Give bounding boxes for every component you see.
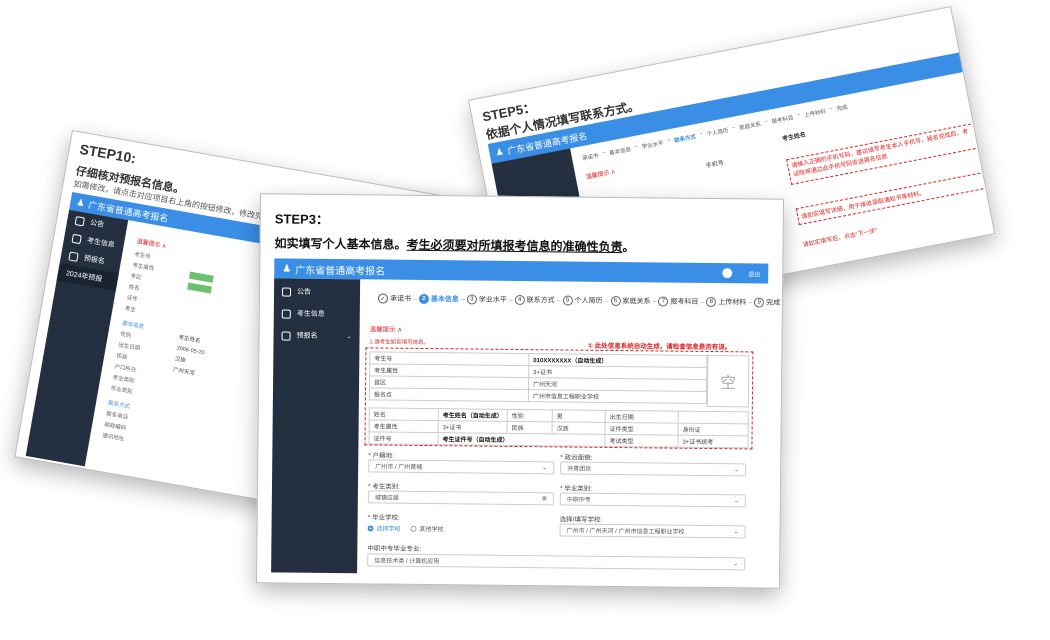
politics-label: * 政治面貌: (560, 454, 593, 462)
stepper-step-1: ✓ 承诺书 (377, 293, 411, 304)
stepper-step-2: 2 基本信息 (418, 293, 459, 305)
person-icon (281, 309, 291, 319)
radio-select-school[interactable]: 选择学校 (367, 523, 401, 533)
step10-heading: STEP10: (78, 140, 138, 167)
school-label: * 毕业学校: (367, 514, 400, 522)
step3-stepper: ✓ 承诺书 – 2 基本信息 – 3 学业水平 – 4 联系方式 – 5 个人简历 – 6 家庭关系 –… (377, 293, 780, 308)
category-label: * 考生类别: (367, 483, 401, 491)
grad-label: * 毕业类别: (559, 485, 593, 493)
notice-icon (74, 215, 86, 226)
app-logo-icon: ♟ (75, 196, 86, 208)
app-logo-icon: ♟ (494, 145, 505, 158)
step3-nav-notice[interactable]: 公告 (274, 282, 360, 301)
step3-subheading: 如实填写个人基本信息。考生必须要对所填报考信息的准确性负责。 (274, 236, 635, 255)
grad-select[interactable]: 中职中专 ⌄ (559, 492, 746, 508)
chevron-down-icon: ⌄ (542, 465, 548, 472)
user-avatar-icon[interactable] (722, 268, 733, 279)
register-icon (281, 331, 291, 341)
step3-heading: STEP3： (274, 211, 330, 227)
radio-other-school[interactable]: 其他学校 (410, 524, 444, 533)
person-icon (71, 233, 82, 244)
app-logo-icon: ♟ (282, 263, 292, 275)
stepper-step-8: 8 上传材料 (706, 296, 746, 308)
person-info-table: 姓名 考生姓名（自动生成） 性别 男 出生日期 考生属性 3+证书 民族 汉族 … (368, 407, 749, 448)
hukou-label: * 户籍地: (368, 452, 395, 460)
chevron-down-icon: ⌄ (734, 467, 740, 474)
notice-icon (281, 287, 292, 297)
politics-select[interactable]: 共青团员 ⌄ (560, 461, 747, 477)
step3-card: STEP3： 如实填写个人基本信息。考生必须要对所填报考信息的准确性负责。 ♟ … (255, 193, 785, 589)
step3-nav-prereg[interactable]: 预报名 ⌄ (273, 326, 359, 345)
pick-school-label: 选择/填写学校: (559, 516, 603, 524)
major-select[interactable]: 信息技术类 / 计算机应用 ⌄ (367, 553, 746, 571)
stepper-step-4: 4 联系方式 (514, 294, 555, 306)
register-icon (68, 250, 79, 262)
chevron-down-icon: ⌄ (733, 498, 739, 505)
stepper-step-3: 3 学业水平 (466, 294, 507, 305)
major-label: 中职中专毕业专业: (367, 545, 422, 553)
chevron-down-icon: ⌄ (733, 561, 739, 568)
clear-icon[interactable]: ⊗ (542, 495, 547, 502)
hukou-select[interactable]: 广州市 / 广州黄埔 ⌄ (368, 459, 555, 475)
exit-link[interactable]: 退出 (748, 269, 760, 278)
stepper-step-6: 6 家庭关系 (610, 295, 651, 307)
stepper-step-7: 7 报考科目 (658, 296, 698, 307)
stepper-step-5: 5 个人简历 (562, 295, 603, 306)
chevron-down-icon: ⌄ (346, 333, 352, 340)
step3-nav-info[interactable]: 考生信息 (274, 304, 360, 323)
step10-warn[interactable]: 温馨提示 ∧ (136, 236, 167, 250)
category-select[interactable]: 城镇应届 ⊗ (367, 490, 554, 506)
step3-app-title: 广东省普通高考报名 (295, 265, 386, 278)
student-info-table: 考生号 010XXXXXXX（自动生成） 考生属性 3+证书 县区 广州天河 报名点广… (369, 351, 707, 404)
step5-note-next: 请如实填写后，点击“下一步” (802, 228, 879, 249)
step5-note-phone: 请输入正确的手机号码，建议填写考生本人手机号，报名完成后，考试院将通过此手机号码… (786, 122, 981, 185)
step5-note-address: 请如实填写详细，用于接收录取通知书等材料。 (795, 171, 989, 226)
school-radio-group: 选择学校 其他学校 (367, 523, 444, 533)
step3-warn-text: 1.请考生如实填写信息。 (369, 339, 430, 347)
step5-label-name: 考生姓名 (781, 132, 807, 143)
step5-label-phone: 手机号 (705, 160, 725, 170)
photo-placeholder[interactable]: 空 (706, 354, 750, 408)
stepper-step-9: 9 完成 (754, 297, 780, 308)
step3-warn-title[interactable]: 温馨提示 ∧ (370, 323, 403, 333)
chevron-down-icon: ⌄ (733, 529, 739, 536)
pick-school-select[interactable]: 广州市 / 广州天河 / 广州市信息工程职业学校 ⌄ (559, 523, 746, 539)
step5-warn[interactable]: 温馨提示 ∧ (585, 166, 616, 181)
step3-sidebar: 公告 考生信息 预报名 ⌄ (271, 278, 361, 574)
